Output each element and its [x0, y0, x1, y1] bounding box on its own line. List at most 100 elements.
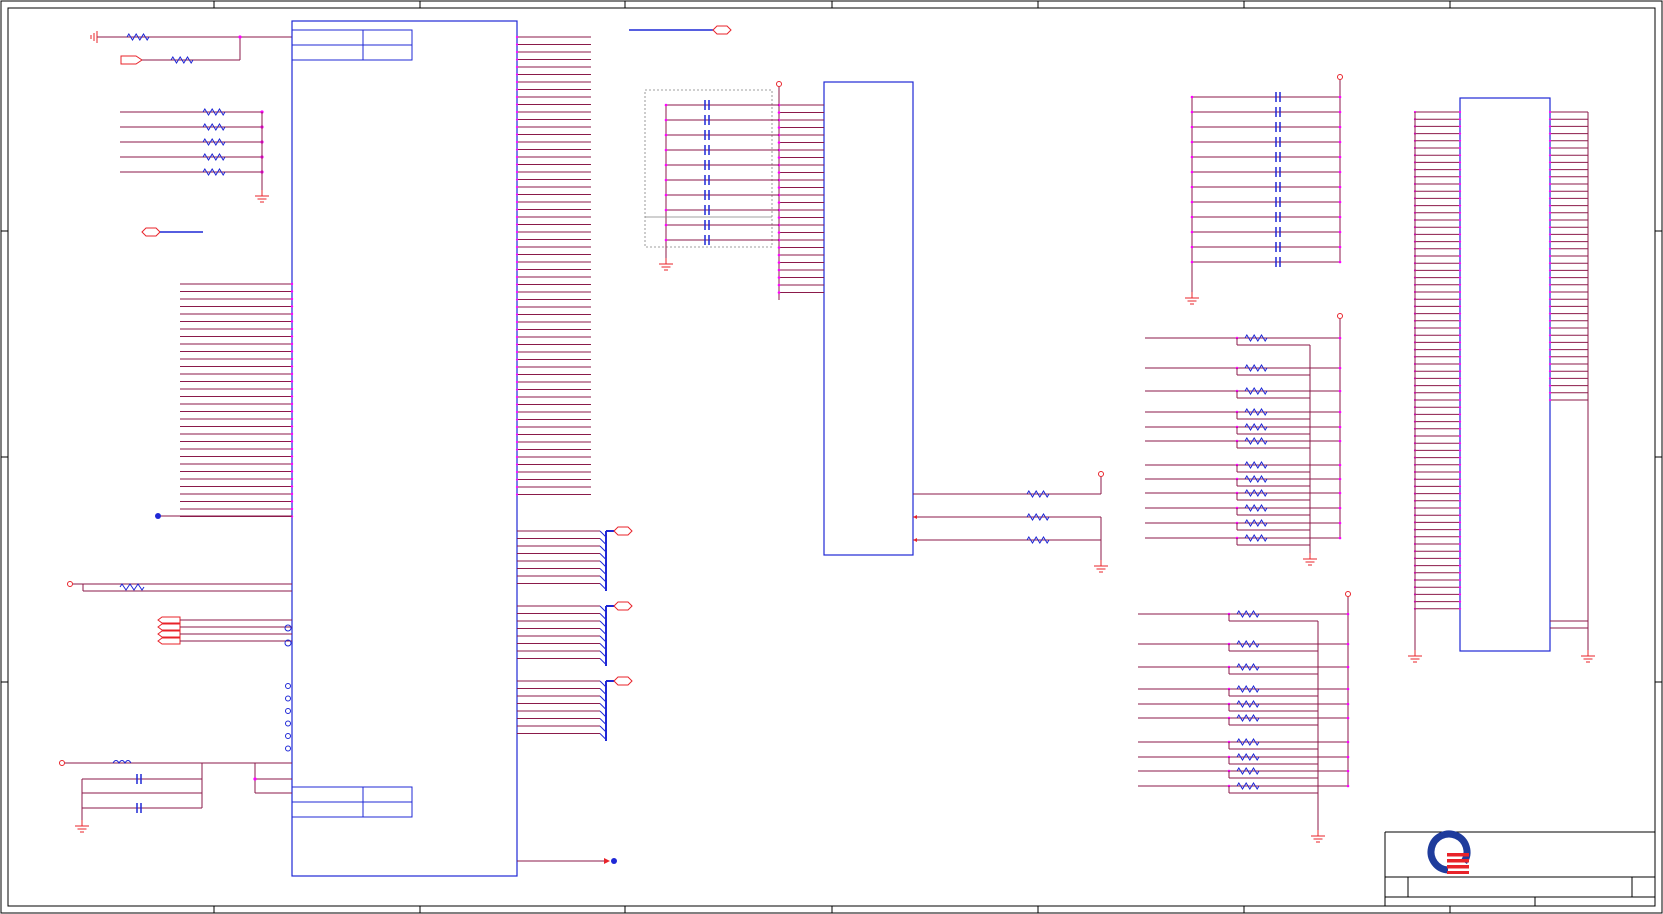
offpage-connector-icon: [120, 55, 143, 65]
no-connect-icon: [285, 695, 291, 702]
junction-dot: [1190, 200, 1194, 204]
junction-dot: [515, 410, 519, 414]
junction-dot: [1338, 477, 1342, 481]
junction-dot: [1458, 125, 1462, 128]
junction-dot: [1548, 204, 1552, 207]
offpage-connector-icon: [157, 630, 181, 638]
junction-dot: [1458, 226, 1462, 229]
junction-dot: [515, 313, 519, 316]
junction-dot: [290, 297, 294, 301]
junction-dot: [1458, 362, 1462, 366]
junction-dot: [777, 283, 781, 287]
junction-dot: [1458, 550, 1462, 553]
junction-dot: [1190, 230, 1194, 234]
junction-dot: [1458, 118, 1462, 121]
junction-dot: [1190, 125, 1194, 129]
junction-dot: [1458, 557, 1462, 560]
junction-dot: [777, 141, 781, 144]
junction-dot: [1548, 233, 1552, 236]
junction-dot: [515, 283, 519, 286]
junction-dot: [1548, 240, 1552, 243]
junction-dot: [664, 133, 668, 137]
junction-dot: [664, 238, 668, 242]
junction-dot: [1458, 290, 1462, 294]
offpage-connector-icon: [157, 616, 181, 624]
junction-dot: [777, 246, 781, 249]
junction-dot: [290, 312, 294, 316]
junction-dot: [1548, 175, 1552, 178]
junction-dot: [1458, 298, 1462, 301]
junction-dot: [1548, 190, 1552, 193]
junction-dot: [290, 455, 294, 458]
junction-dot: [515, 275, 519, 279]
junction-dot: [515, 35, 519, 39]
resistor-symbol: [1026, 513, 1050, 521]
junction-dot: [777, 156, 781, 159]
junction-dot: [515, 208, 519, 211]
resistor-symbol: [1236, 767, 1260, 775]
junction-dot: [253, 777, 257, 781]
junction-dot: [1458, 190, 1462, 193]
junction-dot: [290, 305, 294, 308]
no-connect-icon: [285, 683, 291, 689]
junction-dot: [515, 298, 519, 301]
junction-dot: [1458, 355, 1462, 358]
junction-dot: [515, 148, 519, 151]
junction-dot: [515, 80, 519, 84]
junction-dot: [515, 448, 519, 451]
junction-dot: [1190, 185, 1194, 189]
junction-dot: [1458, 182, 1462, 186]
junction-dot: [515, 395, 519, 399]
junction-dot: [1458, 521, 1462, 524]
resistor-array-right-upper: [1145, 313, 1343, 566]
junction-dot: [290, 282, 294, 286]
junction-dot: [515, 320, 519, 324]
junction-dot: [1548, 262, 1552, 265]
junction-dot: [290, 417, 294, 421]
junction-dot: [515, 133, 519, 136]
title-block: [1384, 830, 1655, 906]
junction-dot: [1458, 139, 1462, 142]
cap-array-upper-right: [1185, 74, 1343, 305]
junction-dot: [1346, 755, 1350, 759]
quanta-logo-icon: [1427, 830, 1471, 874]
junction-dot: [664, 118, 668, 122]
ground-icon: [659, 258, 673, 271]
junction-dot: [1458, 564, 1462, 567]
junction-dot: [1458, 456, 1462, 459]
junction-dot: [290, 335, 294, 338]
junction-dot: [515, 245, 519, 249]
junction-dot: [515, 65, 519, 69]
junction-dot: [1190, 110, 1194, 114]
no-connect-icon: [285, 745, 291, 752]
junction-dot: [1548, 226, 1552, 229]
chassis-ground-icon: [90, 31, 98, 43]
junction-dot: [1338, 185, 1342, 189]
junction-dot: [515, 95, 519, 99]
junction-dot: [1338, 425, 1342, 429]
junction-dot: [515, 493, 519, 496]
junction-dot: [1548, 247, 1552, 250]
power-pin-icon: [776, 81, 782, 87]
main-ic-bus-groups: [517, 526, 633, 741]
resistor-symbol: [1244, 387, 1268, 395]
junction-dot: [290, 470, 294, 473]
resistor-symbol: [1244, 408, 1268, 416]
resistor-symbol: [1236, 753, 1260, 761]
no-connect-icon: [285, 708, 291, 714]
junction-dot: [664, 193, 668, 197]
junction-dot: [1338, 410, 1342, 414]
resistor-symbol: [1244, 489, 1268, 497]
junction-dot: [290, 357, 294, 361]
junction-dot: [777, 111, 781, 114]
resistor-symbol: [1026, 490, 1050, 498]
resistor-symbol: [1236, 714, 1260, 722]
junction-dot: [1458, 283, 1462, 286]
junction-dot: [1338, 245, 1342, 249]
junction-dot: [1346, 612, 1350, 616]
junction-dot: [1338, 215, 1342, 219]
junction-dot: [515, 470, 519, 474]
junction-dot: [238, 35, 242, 39]
junction-dot: [1338, 155, 1342, 159]
junction-dot: [1190, 155, 1194, 159]
